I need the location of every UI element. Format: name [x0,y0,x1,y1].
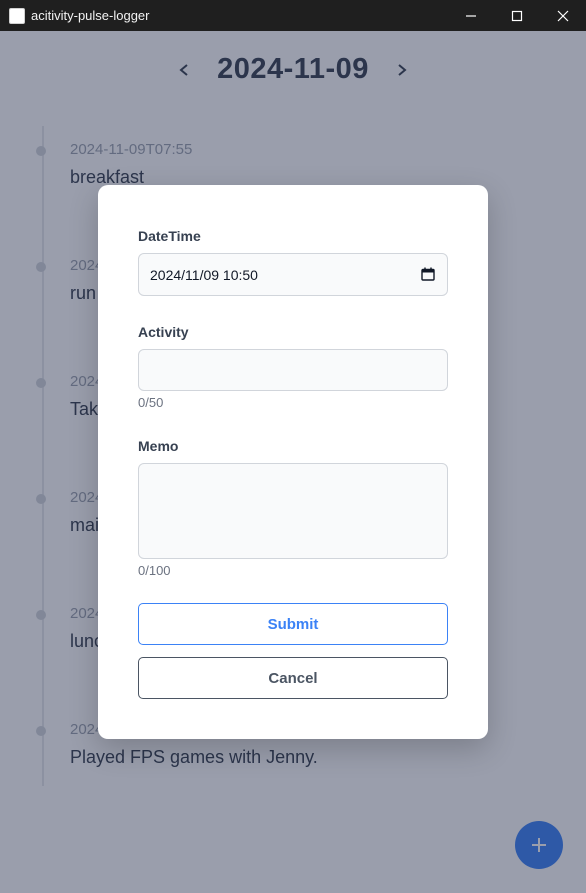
close-button[interactable] [540,0,586,31]
activity-char-counter: 0/50 [138,395,164,410]
submit-button[interactable]: Submit [138,603,448,645]
app-icon [9,7,25,24]
memo-textarea[interactable] [138,463,448,559]
datetime-label: DateTime [138,228,201,244]
cancel-button[interactable]: Cancel [138,657,448,699]
window-title: acitivity-pulse-logger [31,8,150,23]
maximize-icon [511,10,523,21]
datetime-input[interactable]: 2024/11/09 10:50 [138,253,448,296]
memo-label: Memo [138,438,179,454]
close-icon [557,10,569,21]
add-activity-dialog: DateTime 2024/11/09 10:50 Activity 0/50 … [98,185,488,739]
app-window: acitivity-pulse-logger 2024-11-09 2024-1… [0,0,586,893]
datetime-value: 2024/11/09 10:50 [150,266,258,283]
minimize-icon [466,14,476,17]
activity-label: Activity [138,324,189,340]
minimize-button[interactable] [448,0,494,31]
memo-char-counter: 0/100 [138,563,171,578]
title-bar[interactable]: acitivity-pulse-logger [0,0,586,31]
window-controls [448,0,586,31]
maximize-button[interactable] [494,0,540,31]
calendar-icon[interactable] [421,267,435,281]
activity-input[interactable] [138,349,448,391]
